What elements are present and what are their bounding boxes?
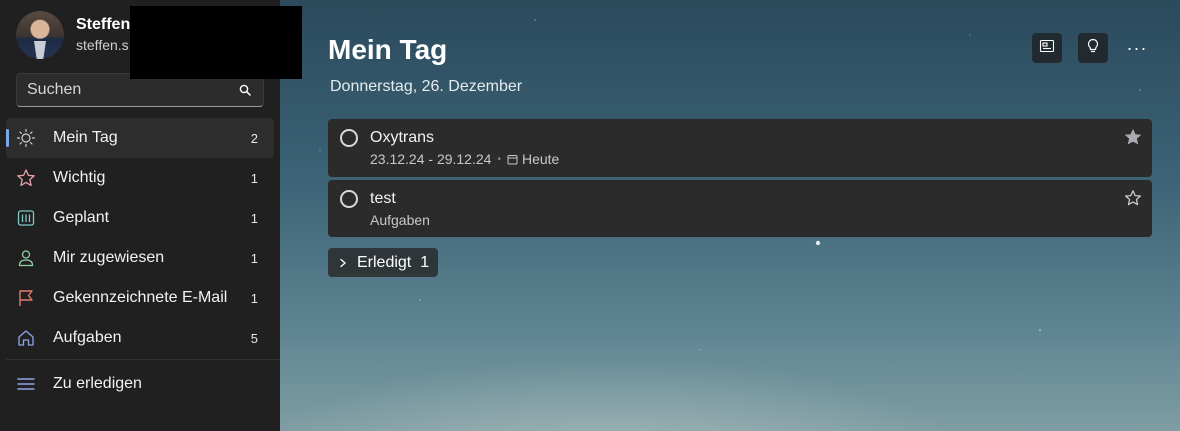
task-due: Heute [521,151,560,167]
sidebar-item-mir-zugewiesen[interactable]: Mir zugewiesen 1 [6,238,274,278]
star-outline-icon[interactable] [1124,189,1142,207]
home-icon [16,328,36,348]
chevron-right-icon [338,258,348,268]
lightbulb-icon [1085,38,1101,59]
sidebar-item-geplant[interactable]: Geplant 1 [6,198,274,238]
sidebar-item-gekennzeichnete-email[interactable]: Gekennzeichnete E-Mail 1 [6,278,274,318]
main-panel: Mein Tag Donnerstag, 26. Dezember ··· Ox… [280,0,1180,431]
sidebar-item-label: Aufgaben [53,329,122,346]
sidebar-item-count: 2 [250,130,258,146]
avatar[interactable] [16,11,64,59]
profile[interactable]: Steffen steffen.s [16,10,130,60]
sidebar-item-count: 1 [250,170,258,186]
meta-separator: • [497,153,501,165]
task-item[interactable]: test Aufgaben [328,180,1152,237]
sun-icon [16,128,36,148]
task-item[interactable]: Oxytrans 23.12.24 - 29.12.24 • Heute [328,119,1152,177]
profile-name: Steffen [76,16,131,33]
task-title: Oxytrans [370,129,435,146]
list-icon [16,374,36,394]
sidebar-item-zu-erledigen[interactable]: Zu erledigen [6,364,274,404]
sidebar-item-label: Zu erledigen [53,375,142,392]
sidebar: Steffen steffen.s Suchen Mein Tag 2 Wich… [0,0,302,431]
task-meta: 23.12.24 - 29.12.24 • Heute [370,151,559,167]
calendar-icon [16,208,36,228]
task-dates: 23.12.24 - 29.12.24 [370,151,492,167]
redaction-block [130,6,302,79]
completed-count: 1 [420,253,430,271]
custom-lists: Zu erledigen [0,364,280,404]
sidebar-item-wichtig[interactable]: Wichtig 1 [6,158,274,198]
complete-checkbox[interactable] [340,129,358,147]
sidebar-item-label: Mein Tag [53,129,118,146]
task-title: test [370,190,396,207]
sidebar-item-label: Wichtig [53,169,106,186]
task-list-name: Aufgaben [370,212,430,228]
more-icon: ··· [1126,37,1148,58]
more-options-button[interactable]: ··· [1122,33,1152,63]
search-icon[interactable] [237,82,253,98]
nav-list: Mein Tag 2 Wichtig 1 Geplant 1 Mir zugew… [0,118,280,358]
search-placeholder: Suchen [27,81,82,98]
profile-text: Steffen steffen.s [76,15,130,55]
sidebar-divider [6,359,280,360]
profile-email: steffen.s [76,37,129,53]
sidebar-item-count: 1 [250,210,258,226]
sidebar-item-label: Gekennzeichnete E-Mail [53,289,228,306]
important-star-icon[interactable] [1124,128,1142,146]
completed-toggle-button[interactable]: Erledigt 1 [328,248,438,277]
sidebar-item-aufgaben[interactable]: Aufgaben 5 [6,318,274,358]
sidebar-item-count: 1 [250,250,258,266]
background-button[interactable] [1032,33,1062,63]
sidebar-item-label: Mir zugewiesen [53,249,165,266]
suggestions-button[interactable] [1078,33,1108,63]
sidebar-item-count: 1 [250,290,258,306]
sidebar-item-count: 5 [250,330,258,346]
picture-icon [1039,38,1055,59]
sidebar-item-mein-tag[interactable]: Mein Tag 2 [6,118,274,158]
task-meta: Aufgaben [370,212,430,228]
calendar-icon [507,154,518,165]
complete-checkbox[interactable] [340,190,358,208]
completed-label: Erledigt [357,253,412,271]
sidebar-item-label: Geplant [53,209,110,226]
flag-icon [16,288,36,308]
page-title: Mein Tag [328,34,448,65]
page-date: Donnerstag, 26. Dezember [330,78,523,95]
star-icon [16,168,36,188]
person-icon [16,248,36,268]
